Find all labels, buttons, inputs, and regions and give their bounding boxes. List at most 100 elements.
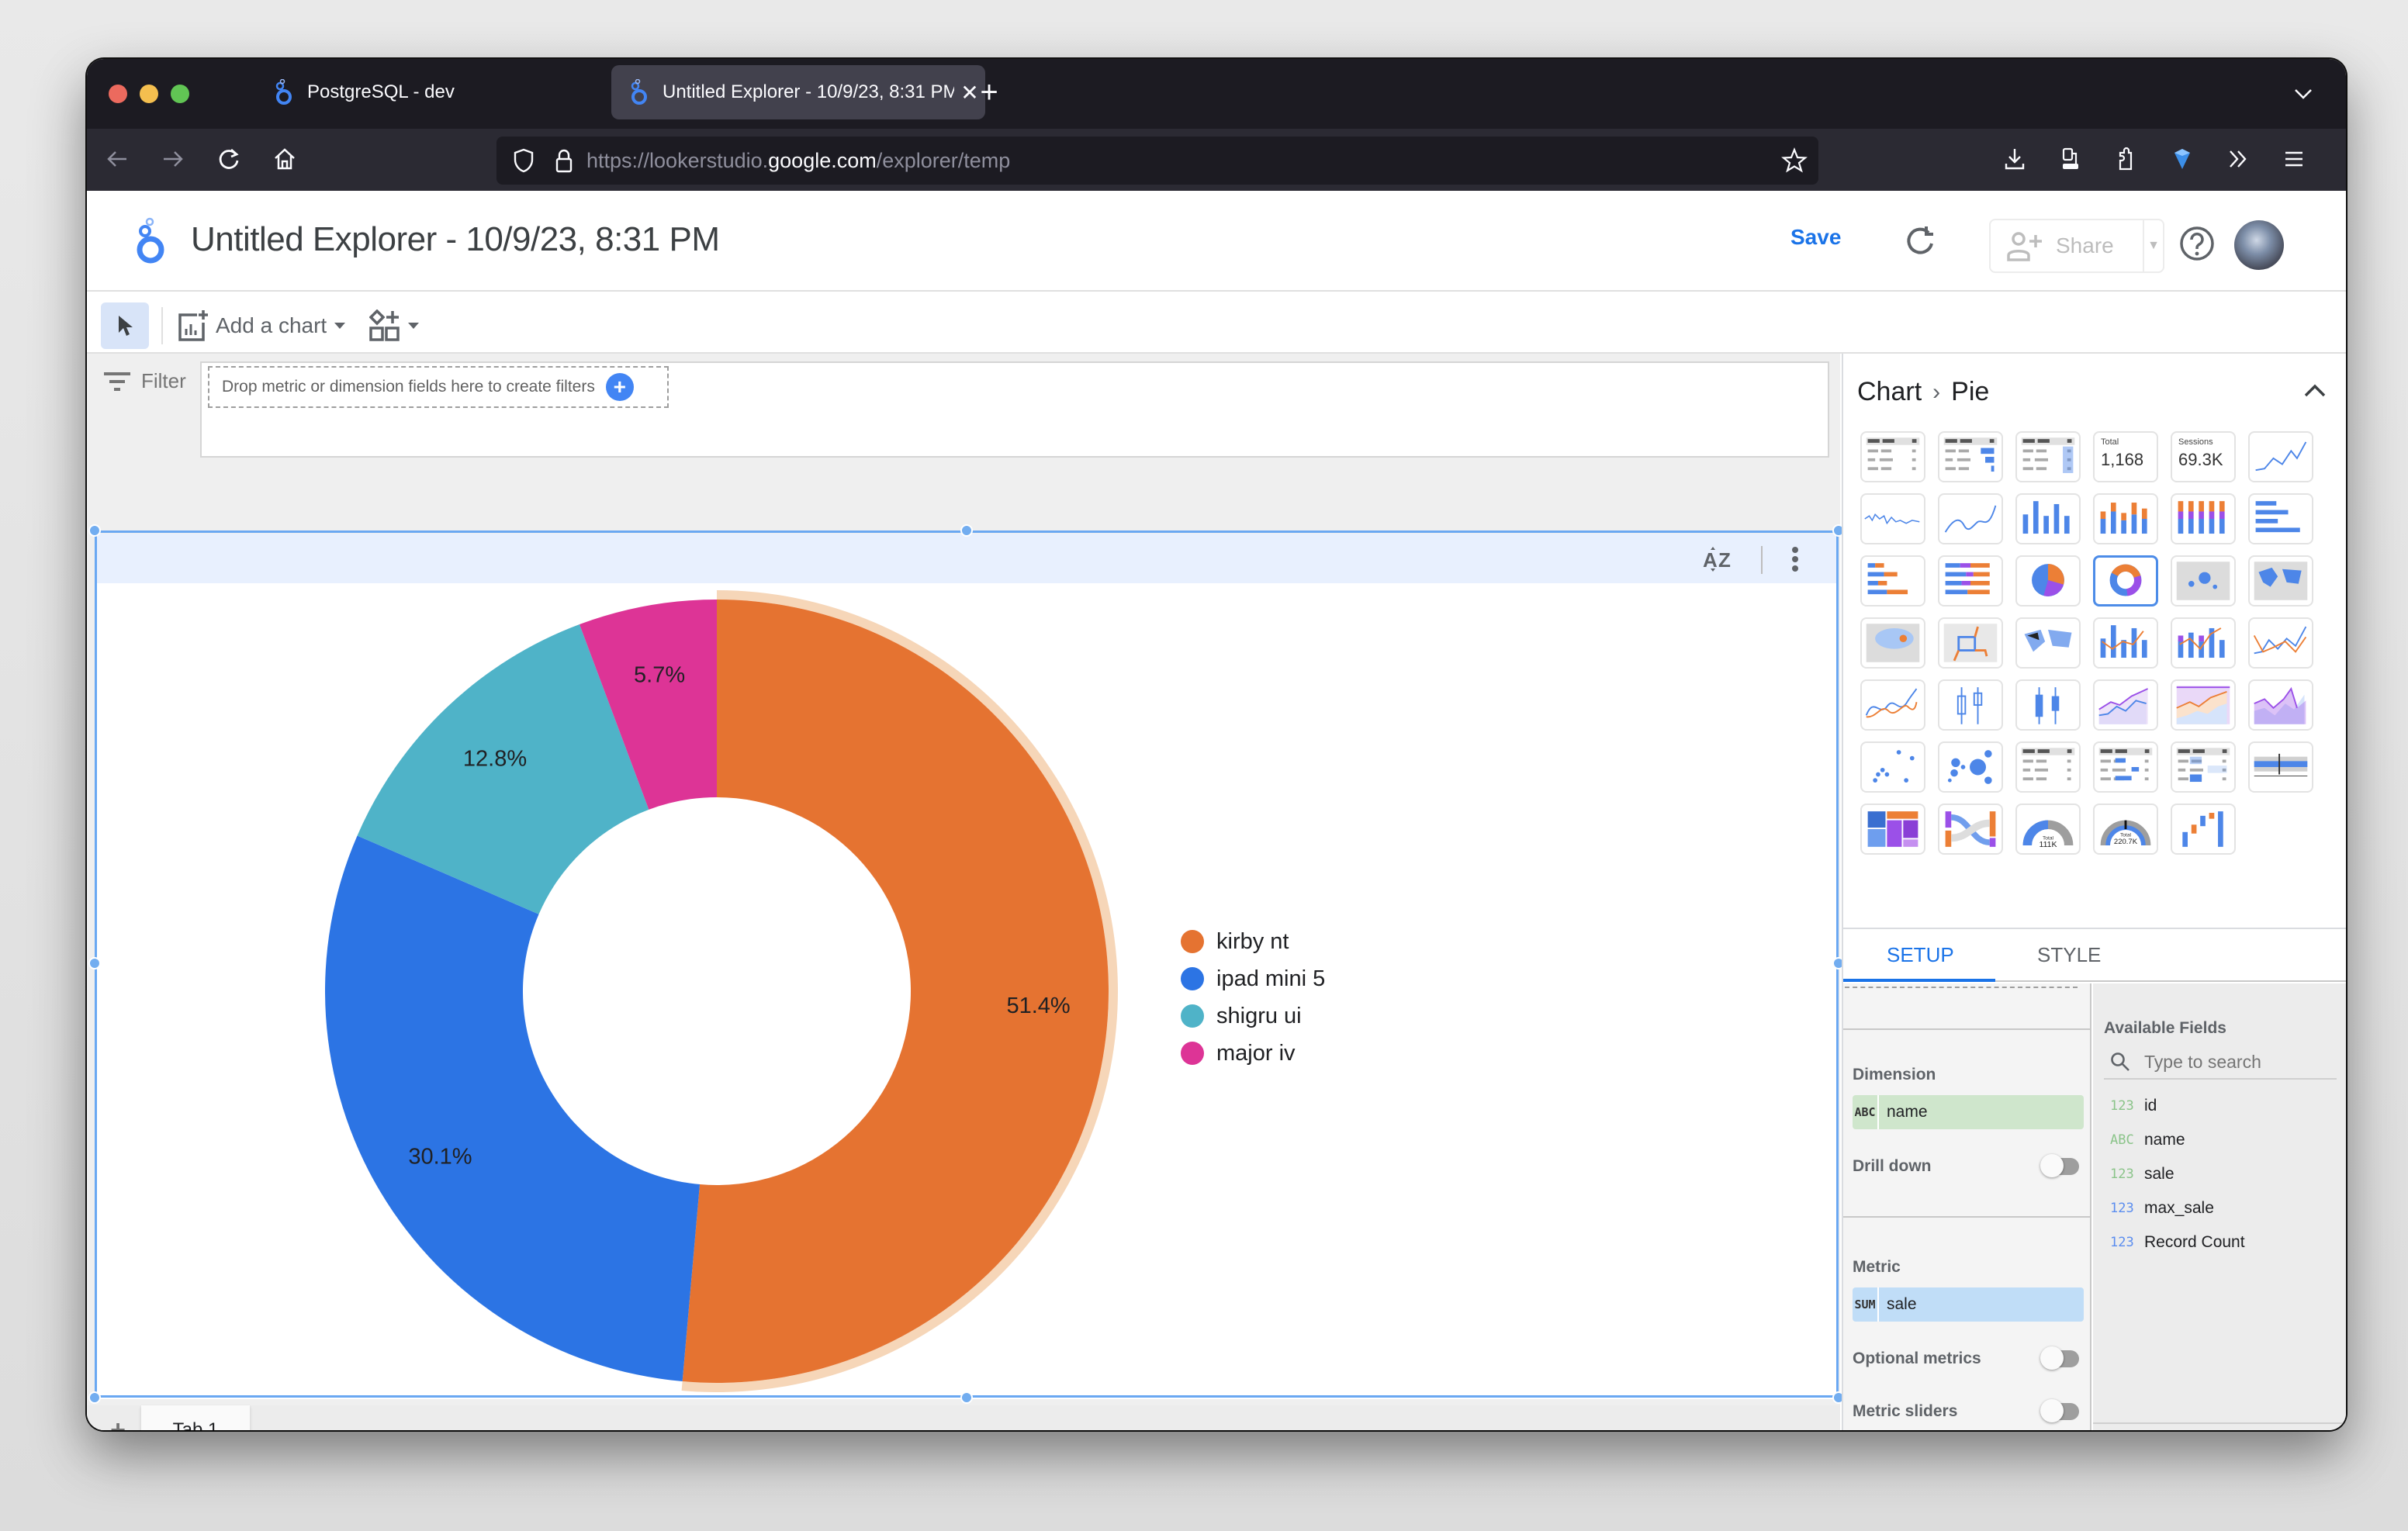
collapse-chevron-up-icon[interactable] — [2301, 378, 2329, 402]
chart-type-column-chart[interactable] — [2015, 493, 2081, 544]
chart-type-100-stacked-column-chart[interactable] — [2171, 493, 2236, 544]
lock-icon[interactable] — [551, 145, 577, 176]
pie-slice-kirby-nt[interactable] — [682, 600, 1109, 1383]
metric-sliders-toggle[interactable] — [2040, 1399, 2079, 1422]
list-all-tabs-icon[interactable] — [2292, 82, 2315, 105]
chart-type-waterfall[interactable] — [2171, 804, 2236, 855]
app-menu-button[interactable] — [2275, 140, 2313, 178]
chart-type-table[interactable] — [1860, 431, 1925, 482]
url-bar[interactable]: https://lookerstudio.google.com/explorer… — [496, 137, 1818, 185]
chart-type-geo-chart[interactable] — [2248, 555, 2313, 607]
field-item-max_sale[interactable]: 123 max_sale — [2104, 1191, 2337, 1225]
save-button[interactable]: Save — [1790, 225, 1841, 250]
resize-handle-nw[interactable] — [88, 524, 101, 537]
home-button[interactable] — [265, 140, 304, 178]
chart-type-scorecard-compact[interactable]: Sessions 69.3K — [2171, 431, 2236, 482]
report-title[interactable]: Untitled Explorer - 10/9/23, 8:31 PM — [191, 220, 720, 259]
resize-handle-sw[interactable] — [88, 1391, 101, 1404]
chart-type-sankey[interactable] — [1938, 804, 2003, 855]
pie-slice-ipad-mini-5[interactable] — [324, 835, 701, 1382]
field-item-record-count[interactable]: 123 Record Count — [2104, 1225, 2337, 1260]
chart-type-pivot-table[interactable] — [2015, 741, 2081, 793]
legend-item[interactable]: kirby nt — [1181, 923, 1325, 960]
chart-type-candlestick[interactable] — [1938, 679, 2003, 731]
zoom-window-button[interactable] — [171, 85, 189, 103]
resize-handle-n[interactable] — [960, 524, 973, 537]
chart-type-google-maps-lines[interactable] — [1938, 617, 2003, 669]
filter-drop-area[interactable]: Drop metric or dimension fields here to … — [200, 361, 1829, 458]
chart-type-100-stacked-bar-chart[interactable] — [1938, 555, 2003, 607]
field-item-id[interactable]: 123 id — [2104, 1089, 2337, 1123]
screenshot-button[interactable] — [2051, 140, 2090, 178]
chart-type-google-maps-bubble[interactable] — [2171, 555, 2236, 607]
resize-handle-w[interactable] — [88, 957, 101, 969]
metric-chip[interactable]: SUM sale — [1853, 1287, 2084, 1322]
chart-type-smoothed-time-series[interactable] — [1938, 493, 2003, 544]
chart-type-time-series-sparkline[interactable] — [1860, 493, 1925, 544]
share-dropdown-icon[interactable]: ▼ — [2143, 220, 2163, 271]
chart-type-pie-chart[interactable] — [2015, 555, 2081, 607]
tab-style[interactable]: STYLE — [2037, 943, 2101, 967]
filter-dropzone[interactable]: Drop metric or dimension fields here to … — [208, 366, 669, 408]
downloads-button[interactable] — [1995, 140, 2034, 178]
legend-item[interactable]: shigru ui — [1181, 997, 1325, 1035]
chart-type-box-plot[interactable] — [2015, 679, 2081, 731]
forward-button[interactable] — [154, 140, 192, 178]
share-button[interactable]: Share ▼ — [1989, 219, 2164, 273]
resize-handle-s[interactable] — [960, 1391, 973, 1404]
chart-type-google-maps-filled[interactable] — [2015, 617, 2081, 669]
chart-type-scorecard[interactable]: Total 1,168 — [2093, 431, 2158, 482]
refresh-data-icon[interactable] — [1901, 222, 1939, 261]
minimize-window-button[interactable] — [140, 85, 158, 103]
chart-type-bullet-chart[interactable] — [2248, 741, 2313, 793]
chart-type-stacked-combo-chart[interactable] — [2171, 617, 2236, 669]
user-avatar[interactable] — [2234, 220, 2284, 270]
back-button[interactable] — [98, 140, 137, 178]
select-tool-button[interactable] — [101, 302, 149, 349]
close-window-button[interactable] — [109, 85, 127, 103]
chart-type-stacked-column-chart[interactable] — [2093, 493, 2158, 544]
chart-type-pivot-table-bars[interactable] — [2093, 741, 2158, 793]
chart-type-bar-chart[interactable] — [2248, 493, 2313, 544]
chart-type-time-series[interactable] — [2248, 431, 2313, 482]
chart-type-scatter-chart[interactable] — [1860, 741, 1925, 793]
chart-type-table-with-bars[interactable] — [1938, 431, 2003, 482]
help-icon[interactable] — [2178, 225, 2216, 262]
optional-metrics-toggle[interactable] — [2040, 1346, 2079, 1370]
legend-item[interactable]: major iv — [1181, 1035, 1325, 1072]
chart-type-area-chart[interactable] — [2093, 679, 2158, 731]
looker-studio-logo-icon[interactable] — [133, 217, 168, 265]
dimension-chip[interactable]: ABC name — [1853, 1095, 2084, 1129]
bookmark-star-icon[interactable] — [1781, 147, 1808, 174]
chart-type-donut-chart[interactable] — [2093, 555, 2158, 607]
legend-item[interactable]: ipad mini 5 — [1181, 960, 1325, 997]
add-control-button[interactable] — [369, 306, 419, 346]
chart-type-google-maps-heatmap[interactable] — [1860, 617, 1925, 669]
chart-type-combo-chart[interactable] — [2093, 617, 2158, 669]
chart-type-100-stacked-area-chart[interactable] — [2248, 679, 2313, 731]
chart-type-table-with-heatmap[interactable] — [2015, 431, 2081, 482]
chart-type-bubble-chart[interactable] — [1938, 741, 2003, 793]
new-tab-button[interactable]: + — [970, 73, 1009, 112]
browser-tab-explorer[interactable]: Untitled Explorer - 10/9/23, 8:31 PM ✕ — [611, 65, 985, 119]
chart-type-stacked-area-chart[interactable] — [2171, 679, 2236, 731]
field-search-input[interactable]: Type to search — [2104, 1045, 2337, 1080]
shield-icon[interactable] — [510, 145, 537, 176]
chart-type-gauge[interactable]: Total 111K — [2015, 804, 2081, 855]
tab-setup[interactable]: SETUP — [1887, 943, 1954, 967]
field-item-sale[interactable]: 123 sale — [2104, 1157, 2337, 1191]
more-tools-button[interactable] — [2219, 140, 2258, 178]
chart-type-line-chart[interactable] — [2248, 617, 2313, 669]
chart-type-gauge-with-range[interactable]: Total 220.7K — [2093, 804, 2158, 855]
extensions-button[interactable] — [2107, 140, 2146, 178]
chart-type-stacked-bar-chart[interactable] — [1860, 555, 1925, 607]
reload-button[interactable] — [209, 140, 248, 178]
add-filter-button[interactable]: + — [605, 373, 634, 401]
field-item-name[interactable]: ABC name — [2104, 1123, 2337, 1157]
pie-chart-component[interactable]: A Z 51.4% 30.1% 12.8% 5.7% kirby nt ipad min… — [95, 534, 1839, 1399]
chart-type-pivot-table-heatmap[interactable] — [2171, 741, 2236, 793]
add-page-button[interactable]: + — [102, 1415, 133, 1430]
add-chart-button[interactable]: Add a chart — [177, 304, 346, 347]
metric-aggregation-tag[interactable]: SUM — [1853, 1287, 1879, 1322]
drill-down-toggle[interactable] — [2040, 1154, 2079, 1177]
